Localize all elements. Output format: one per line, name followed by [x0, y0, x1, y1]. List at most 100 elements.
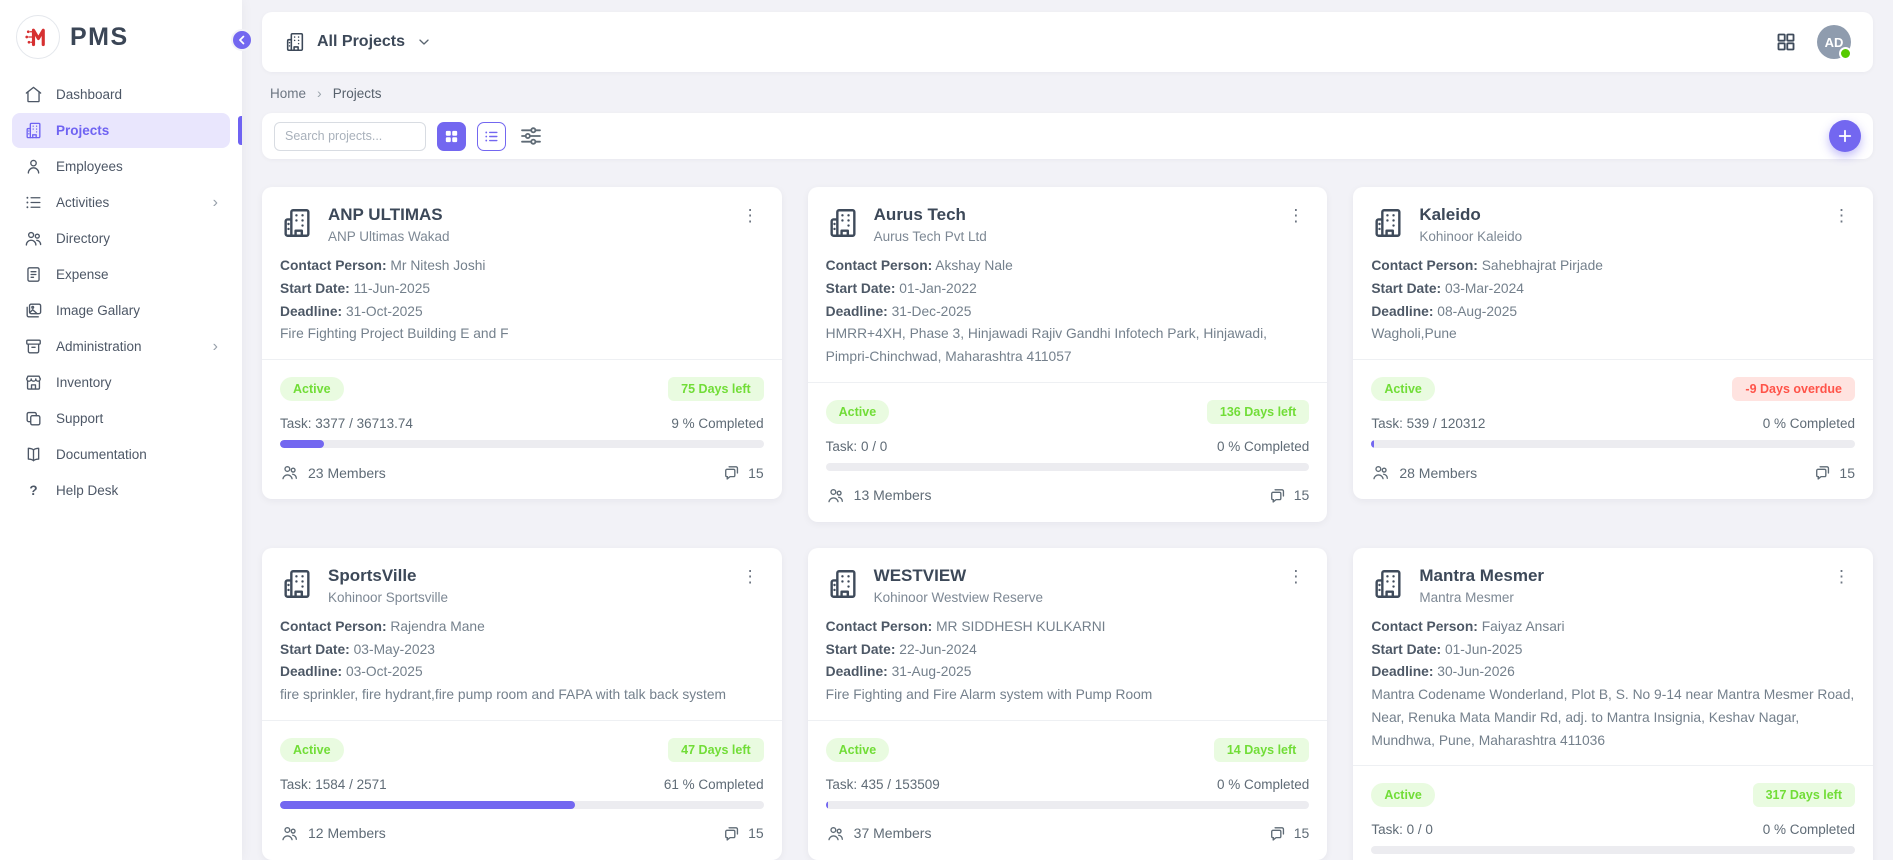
status-badge: Active [826, 400, 890, 424]
card-menu-button[interactable]: ⋮ [1282, 205, 1309, 226]
search-input[interactable] [274, 122, 426, 151]
members-group: 12 Members [280, 824, 386, 843]
sidebar-item-administration[interactable]: Administration › [12, 329, 230, 364]
project-card-titles: Mantra Mesmer Mantra Mesmer [1419, 566, 1544, 605]
main-content: All Projects AD Home › Projects [242, 0, 1893, 860]
users-icon [826, 486, 845, 505]
status-badge: Active [1371, 377, 1435, 401]
percent-completed: 0 % Completed [1763, 822, 1855, 837]
status-row: Active 75 Days left [262, 360, 782, 401]
task-count: Task: 3377 / 36713.74 [280, 416, 413, 431]
deadline-value: 03-Oct-2025 [346, 664, 423, 679]
list-view-button[interactable] [477, 122, 506, 151]
breadcrumb: Home › Projects [262, 72, 1873, 113]
messages-group[interactable]: 15 [1268, 486, 1310, 505]
sidebar: PMS Dashboard Projects Employees Activit… [0, 0, 242, 860]
progress-bar-fill [280, 440, 324, 448]
avatar-initials: AD [1825, 35, 1844, 50]
sidebar-item-directory[interactable]: Directory [12, 221, 230, 256]
status-row: Active 317 Days left [1353, 766, 1873, 807]
project-card-titles: Kaleido Kohinoor Kaleido [1419, 205, 1522, 244]
contact-person-value: Sahebhajrat Pirjade [1482, 258, 1603, 273]
archive-icon [24, 337, 43, 356]
start-date-line: Start Date: 03-May-2023 [280, 639, 764, 662]
project-subtitle: Mantra Mesmer [1419, 590, 1544, 605]
days-left-badge: 14 Days left [1214, 738, 1309, 762]
sidebar-item-employees[interactable]: Employees [12, 149, 230, 184]
sidebar-item-expense[interactable]: Expense [12, 257, 230, 292]
sidebar-item-image-gallary[interactable]: Image Gallary [12, 293, 230, 328]
project-filter-dropdown[interactable]: All Projects [284, 31, 432, 53]
status-badge: Active [280, 738, 344, 762]
sidebar-item-label: Support [56, 411, 103, 426]
sidebar-item-label: Help Desk [56, 483, 118, 498]
members-count: 23 Members [308, 465, 386, 481]
building-icon [24, 121, 43, 140]
sidebar-item-help-desk[interactable]: ? Help Desk [12, 473, 230, 508]
card-menu-button[interactable]: ⋮ [1282, 566, 1309, 587]
members-group: 37 Members [826, 824, 932, 843]
project-title[interactable]: Mantra Mesmer [1419, 566, 1544, 586]
deadline-value: 30-Jun-2026 [1437, 664, 1514, 679]
sidebar-item-activities[interactable]: Activities › [12, 185, 230, 220]
project-card: WESTVIEW Kohinoor Westview Reserve ⋮ Con… [808, 548, 1328, 860]
sidebar-item-documentation[interactable]: Documentation [12, 437, 230, 472]
building-icon [826, 567, 860, 601]
sidebar-item-label: Projects [56, 123, 109, 138]
users-icon [280, 824, 299, 843]
project-title[interactable]: Aurus Tech [874, 205, 987, 225]
project-title[interactable]: Kaleido [1419, 205, 1522, 225]
sidebar-item-label: Directory [56, 231, 110, 246]
grid-view-button[interactable] [437, 122, 466, 151]
project-card-header: WESTVIEW Kohinoor Westview Reserve ⋮ [808, 566, 1328, 605]
deadline-line: Deadline: 31-Oct-2025 [280, 301, 764, 324]
task-row: Task: 0 / 0 0 % Completed [1353, 807, 1873, 846]
sidebar-item-projects[interactable]: Projects [12, 113, 230, 148]
project-description: fire sprinkler, fire hydrant,fire pump r… [280, 684, 764, 707]
breadcrumb-current: Projects [333, 86, 382, 101]
card-menu-button[interactable]: ⋮ [1828, 566, 1855, 587]
status-badge: Active [826, 738, 890, 762]
sidebar-collapse-button[interactable] [231, 29, 253, 51]
sidebar-item-inventory[interactable]: Inventory [12, 365, 230, 400]
percent-completed: 61 % Completed [664, 777, 764, 792]
avatar[interactable]: AD [1817, 25, 1851, 59]
project-description: HMRR+4XH, Phase 3, Hinjawadi Rajiv Gandh… [826, 323, 1310, 369]
apps-grid-button[interactable] [1775, 31, 1797, 53]
project-card-header: Aurus Tech Aurus Tech Pvt Ltd ⋮ [808, 205, 1328, 244]
project-title[interactable]: WESTVIEW [874, 566, 1043, 586]
messages-group[interactable]: 15 [1268, 824, 1310, 843]
messages-group[interactable]: 15 [1813, 463, 1855, 482]
start-date-value: 03-Mar-2024 [1445, 281, 1524, 296]
project-card: Kaleido Kohinoor Kaleido ⋮ Contact Perso… [1353, 187, 1873, 499]
sidebar-item-support[interactable]: Support [12, 401, 230, 436]
project-subtitle: Kohinoor Westview Reserve [874, 590, 1043, 605]
card-footer: 23 Members 15 [262, 448, 782, 485]
card-menu-button[interactable]: ⋮ [737, 205, 764, 226]
start-date-value: 01-Jun-2025 [1445, 642, 1522, 657]
messages-group[interactable]: 15 [722, 824, 764, 843]
messages-icon [1813, 463, 1832, 482]
receipt-icon [24, 265, 43, 284]
users-icon [1371, 463, 1390, 482]
deadline-value: 31-Aug-2025 [892, 664, 972, 679]
card-footer: 28 Members 15 [1353, 448, 1873, 485]
deadline-value: 31-Dec-2025 [892, 304, 972, 319]
contact-person-value: Rajendra Mane [390, 619, 484, 634]
filter-button[interactable] [519, 124, 543, 148]
project-title[interactable]: ANP ULTIMAS [328, 205, 450, 225]
breadcrumb-home[interactable]: Home [270, 86, 306, 101]
deadline-line: Deadline: 08-Aug-2025 [1371, 301, 1855, 324]
card-menu-button[interactable]: ⋮ [737, 566, 764, 587]
card-footer: 37 Members 15 [808, 809, 1328, 846]
add-project-button[interactable] [1829, 120, 1861, 152]
card-menu-button[interactable]: ⋮ [1828, 205, 1855, 226]
messages-group[interactable]: 15 [722, 463, 764, 482]
members-count: 13 Members [854, 487, 932, 503]
project-card-header: Kaleido Kohinoor Kaleido ⋮ [1353, 205, 1873, 244]
sidebar-item-dashboard[interactable]: Dashboard [12, 77, 230, 112]
project-details: Contact Person: Mr Nitesh Joshi Start Da… [262, 244, 782, 359]
contact-person-value: Mr Nitesh Joshi [390, 258, 485, 273]
messages-count: 15 [1839, 465, 1855, 481]
project-title[interactable]: SportsVille [328, 566, 448, 586]
